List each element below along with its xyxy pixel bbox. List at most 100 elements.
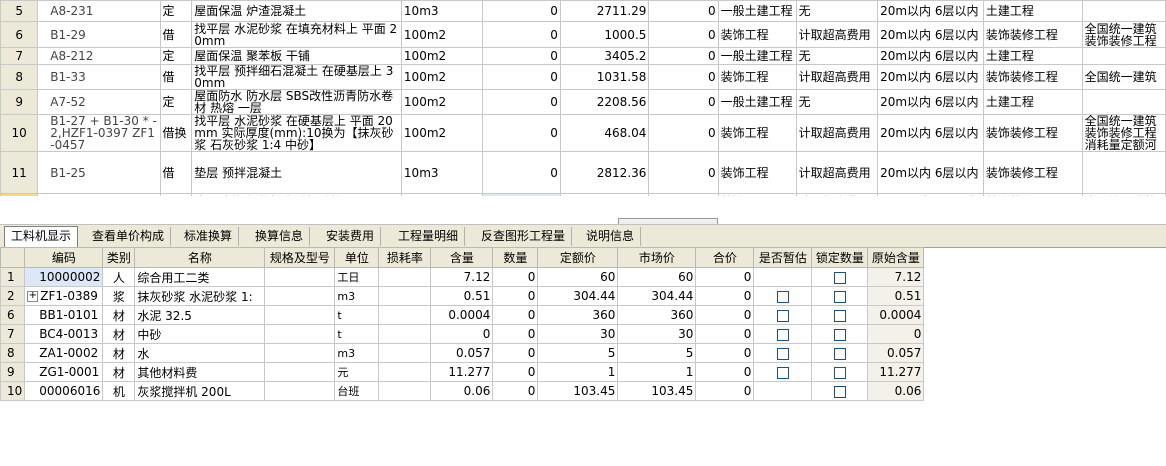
item-name[interactable]: 屋面保温 炉渣混凝土 (191, 0, 402, 22)
resource-loss-rate[interactable] (378, 305, 432, 325)
item-unit[interactable]: 100m2 (400, 114, 483, 152)
tab-7[interactable]: 反查图形工程量 (475, 227, 573, 246)
resource-row[interactable]: 1 10000002 人综合用工二类 工日 7.12 0 60 60 0 7.12 (0, 267, 925, 287)
item-unit[interactable]: 100m2 (400, 64, 483, 90)
item-discipline[interactable]: 装饰工程 (717, 64, 797, 90)
item-unit[interactable]: 100m2 (400, 21, 483, 48)
resource-spec[interactable] (264, 381, 336, 401)
item-total[interactable]: 0 (648, 114, 719, 152)
resource-market-price[interactable]: 5 (617, 343, 697, 363)
resource-name[interactable]: 抹灰砂浆 水泥砂浆 1: (134, 286, 266, 306)
column-header[interactable]: 单位 (334, 247, 380, 268)
resource-unit[interactable]: m3 (334, 286, 380, 306)
row-number[interactable]: 5 (0, 0, 39, 22)
item-code[interactable]: A8-212 (37, 47, 161, 65)
resource-unit[interactable]: m3 (334, 343, 380, 363)
resource-quota-price[interactable]: 304.44 (537, 286, 619, 306)
resource-unit[interactable]: 台班 (334, 381, 380, 401)
column-header[interactable]: 原始含量 (867, 247, 925, 268)
item-height-range[interactable]: 20m以内 6层以内 (877, 64, 984, 90)
resource-quantity[interactable]: 0 (492, 324, 539, 344)
item-type[interactable]: 借换 (159, 114, 193, 152)
resource-name[interactable]: 综合用工二类 (134, 267, 266, 287)
resource-category[interactable]: 材 (102, 324, 136, 344)
resource-category[interactable]: 材 (102, 343, 136, 363)
resource-unit[interactable]: t (334, 305, 380, 325)
column-header[interactable]: 市场价 (617, 247, 697, 268)
item-code[interactable]: A7-52 (37, 89, 161, 115)
item-code[interactable]: B1-29 (37, 21, 161, 48)
item-superhigh-fee[interactable]: 无 (795, 89, 879, 115)
item-unit-price[interactable]: 3405.2 (559, 47, 650, 65)
item-row[interactable]: 10 B1-27 + B1-30 * -2,HZF1-0397 ZF1-0457 借… (0, 114, 1166, 152)
item-unit-price[interactable]: 1000.5 (559, 21, 650, 48)
item-discipline[interactable]: 装饰工程 (717, 151, 797, 194)
resource-spec[interactable] (264, 362, 336, 382)
resource-total[interactable]: 0 (695, 286, 755, 306)
resource-category[interactable]: 材 (102, 362, 136, 382)
item-discipline[interactable]: 装饰工程 (717, 114, 797, 152)
resource-quota-price[interactable]: 60 (537, 267, 619, 287)
item-superhigh-fee[interactable]: 计取超高费用 (795, 21, 879, 48)
item-unit-price[interactable]: 2812.36 (559, 151, 650, 194)
row-number[interactable]: 7 (0, 47, 39, 65)
resource-spec[interactable] (264, 286, 336, 306)
resource-quantity[interactable]: 0 (492, 381, 539, 401)
item-height-range[interactable]: 20m以内 6层以内 (877, 114, 984, 152)
column-header[interactable]: 名称 (134, 247, 266, 268)
lock-quantity-checkbox[interactable] (833, 290, 846, 303)
resource-name[interactable]: 水 (134, 343, 266, 363)
resource-market-price[interactable]: 1 (617, 362, 697, 382)
item-total[interactable]: 0 (648, 47, 719, 65)
resource-row[interactable]: 6 BB1-0101 材水泥 32.5 t 0.0004 0 360 360 0 0.0004 (0, 305, 925, 325)
resource-name[interactable]: 中砂 (134, 324, 266, 344)
resource-name[interactable]: 灰浆搅拌机 200L (134, 381, 266, 401)
tab-3[interactable]: 标准换算 (178, 227, 240, 246)
item-type[interactable]: 借 (159, 64, 193, 90)
item-superhigh-fee[interactable]: 计取超高费用 (795, 114, 879, 152)
resource-quantity[interactable]: 0 (492, 343, 539, 363)
tab-2[interactable]: 查看单价构成 (86, 227, 172, 246)
resource-category[interactable]: 浆 (102, 286, 136, 306)
resource-total[interactable]: 0 (695, 343, 755, 363)
resource-content[interactable]: 0.057 (430, 343, 494, 363)
item-quantity[interactable]: 0 (481, 0, 561, 22)
resource-quota-price[interactable]: 30 (537, 324, 619, 344)
item-profession[interactable]: 土建工程 (982, 47, 1083, 65)
resource-unit[interactable]: 元 (334, 362, 380, 382)
resource-code[interactable]: BB1-0101 (24, 305, 104, 325)
item-type[interactable]: 定 (159, 89, 193, 115)
column-header[interactable]: 类别 (102, 247, 136, 268)
column-header[interactable]: 含量 (430, 247, 494, 268)
row-number[interactable]: 9 (0, 89, 39, 115)
resource-spec[interactable] (264, 324, 336, 344)
item-height-range[interactable]: 20m以内 6层以内 (877, 89, 984, 115)
resource-loss-rate[interactable] (378, 343, 432, 363)
resource-loss-rate[interactable] (378, 286, 432, 306)
item-profession[interactable]: 装饰装修工程 (982, 151, 1083, 194)
resource-name[interactable]: 水泥 32.5 (134, 305, 266, 325)
resource-total[interactable]: 0 (695, 305, 755, 325)
item-quantity[interactable]: 0 (481, 151, 561, 194)
column-header[interactable]: 锁定数量 (811, 247, 869, 268)
resource-market-price[interactable]: 30 (617, 324, 697, 344)
row-number[interactable]: 10 (0, 114, 39, 152)
lock-quantity-checkbox[interactable] (833, 347, 846, 360)
resource-loss-rate[interactable] (378, 267, 432, 287)
resource-quota-price[interactable]: 1 (537, 362, 619, 382)
item-profession[interactable]: 装饰装修工程 (982, 114, 1083, 152)
item-superhigh-fee[interactable]: 计取超高费用 (795, 64, 879, 90)
item-name[interactable]: 垫层 预拌混凝土 (191, 151, 402, 194)
column-header[interactable]: 是否暂估 (753, 247, 813, 268)
resource-code[interactable]: BC4-0013 (24, 324, 104, 344)
resource-quota-price[interactable]: 360 (537, 305, 619, 325)
item-code[interactable]: B1-27 + B1-30 * -2,HZF1-0397 ZF1-0457 (37, 114, 161, 152)
item-total[interactable]: 0 (648, 21, 719, 48)
item-row[interactable]: 7 A8-212 定屋面保温 聚苯板 干铺 100m2 0 3405.2 0 一般土建工程无 2… (0, 47, 1166, 65)
resource-quota-price[interactable]: 5 (537, 343, 619, 363)
resource-row[interactable]: 9 ZG1-0001 材其他材料费元 11.277 0 1 1 0 11.277 (0, 362, 925, 382)
item-remark[interactable] (1081, 89, 1166, 115)
item-unit-price[interactable]: 2711.29 (559, 0, 650, 22)
column-header[interactable]: 合价 (695, 247, 755, 268)
column-header[interactable]: 规格及型号 (264, 247, 336, 268)
